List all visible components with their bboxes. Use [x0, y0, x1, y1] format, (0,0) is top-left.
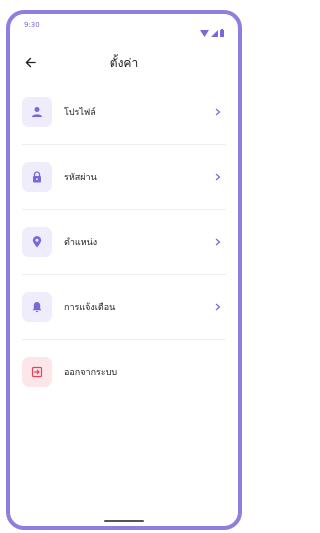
logout-icon — [31, 363, 43, 382]
home-indicator — [104, 520, 144, 522]
menu-item-label: โปรไฟล์ — [64, 108, 96, 118]
lock-icon — [31, 168, 43, 187]
icon-box — [22, 292, 52, 322]
icon-box — [22, 162, 52, 192]
person-icon — [31, 103, 43, 122]
menu-item-logout[interactable]: ออกจากระบบ — [22, 340, 226, 404]
menu-item-notifications[interactable]: การแจ้งเตือน — [22, 275, 226, 340]
signal-icon — [211, 22, 218, 41]
icon-box — [22, 357, 52, 387]
menu-item-label: รหัสผ่าน — [64, 173, 97, 183]
chevron-right-icon — [212, 236, 224, 248]
menu-item-label: ตำแหน่ง — [64, 238, 98, 248]
icon-box — [22, 227, 52, 257]
menu-item-location[interactable]: ตำแหน่ง — [22, 210, 226, 275]
app-bar: ตั้งค่า — [10, 50, 238, 74]
chevron-right-icon — [212, 301, 224, 313]
chevron-right-icon — [212, 106, 224, 118]
page-title: ตั้งค่า — [109, 56, 139, 70]
status-icons — [200, 22, 224, 41]
settings-menu: โปรไฟล์ รหัสผ่าน ตำแหน่ง การแจ้งเตือน ออ… — [22, 80, 226, 404]
icon-box — [22, 97, 52, 127]
chevron-right-icon — [212, 171, 224, 183]
wifi-icon — [200, 22, 209, 41]
menu-item-profile[interactable]: โปรไฟล์ — [22, 80, 226, 145]
status-time: 9:30 — [24, 21, 40, 29]
battery-icon — [220, 22, 224, 41]
status-bar: 9:30 — [10, 14, 238, 38]
location-pin-icon — [31, 233, 43, 252]
bell-icon — [31, 298, 43, 317]
menu-item-label: ออกจากระบบ — [64, 368, 118, 378]
phone-frame: 9:30 ตั้งค่า โปรไฟล์ รหัสผ่าน ตำแหน่ง กา… — [6, 10, 242, 530]
menu-item-password[interactable]: รหัสผ่าน — [22, 145, 226, 210]
menu-item-label: การแจ้งเตือน — [64, 303, 116, 313]
